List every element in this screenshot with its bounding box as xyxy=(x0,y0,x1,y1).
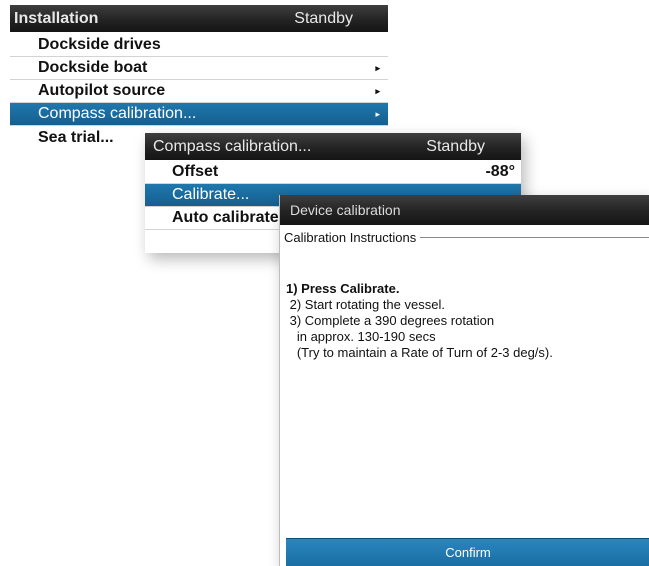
instruction-line: (Try to maintain a Rate of Turn of 2-3 d… xyxy=(286,345,553,360)
confirm-button[interactable]: Confirm xyxy=(286,538,649,566)
installation-status: Standby xyxy=(294,9,353,27)
instruction-line: 2) Start rotating the vessel. xyxy=(286,297,445,312)
chevron-right-icon: ▸ xyxy=(375,62,380,73)
offset-value: -88° xyxy=(485,163,515,180)
chevron-right-icon: ▸ xyxy=(375,108,380,119)
instructions-text: 1) Press Calibrate. 2) Start rotating th… xyxy=(286,281,640,361)
group-divider xyxy=(420,236,649,238)
menu-item-label: Auto calibrate... xyxy=(172,209,293,226)
menu-item-dockside-drives[interactable]: Dockside drives xyxy=(10,34,388,57)
menu-item-label: Calibrate... xyxy=(172,186,250,203)
instruction-line: 3) Complete a 390 degrees rotation xyxy=(286,313,495,328)
installation-titlebar: Installation Standby xyxy=(10,5,388,32)
chevron-right-icon: ▸ xyxy=(375,85,380,96)
menu-item-label: Sea trial... xyxy=(38,128,114,146)
menu-item-label: Autopilot source xyxy=(38,82,166,99)
device-calibration-titlebar: Device calibration xyxy=(280,195,649,225)
compass-status: Standby xyxy=(426,137,485,155)
menu-item-label: Compass calibration... xyxy=(38,105,197,122)
menu-item-label: Offset xyxy=(172,163,219,180)
menu-item-label: Dockside boat xyxy=(38,59,148,76)
installation-title: Installation xyxy=(14,9,99,27)
menu-item-offset[interactable]: Offset -88° xyxy=(145,161,521,184)
device-calibration-dialog: Device calibration Calibration Instructi… xyxy=(279,195,649,566)
instruction-line: 1) Press Calibrate. xyxy=(286,281,400,296)
calibration-instructions-group: Calibration Instructions xyxy=(284,228,649,246)
dialog-title: Device calibration xyxy=(290,202,401,218)
menu-item-compass-calibration[interactable]: Compass calibration... ▸ xyxy=(10,103,388,126)
compass-titlebar: Compass calibration... Standby xyxy=(145,133,521,160)
group-title: Calibration Instructions xyxy=(284,229,417,245)
compass-title: Compass calibration... xyxy=(153,137,312,155)
menu-item-label: Dockside drives xyxy=(38,36,161,53)
menu-item-dockside-boat[interactable]: Dockside boat ▸ xyxy=(10,57,388,80)
menu-item-autopilot-source[interactable]: Autopilot source ▸ xyxy=(10,80,388,103)
instruction-line: in approx. 130-190 secs xyxy=(286,329,436,344)
